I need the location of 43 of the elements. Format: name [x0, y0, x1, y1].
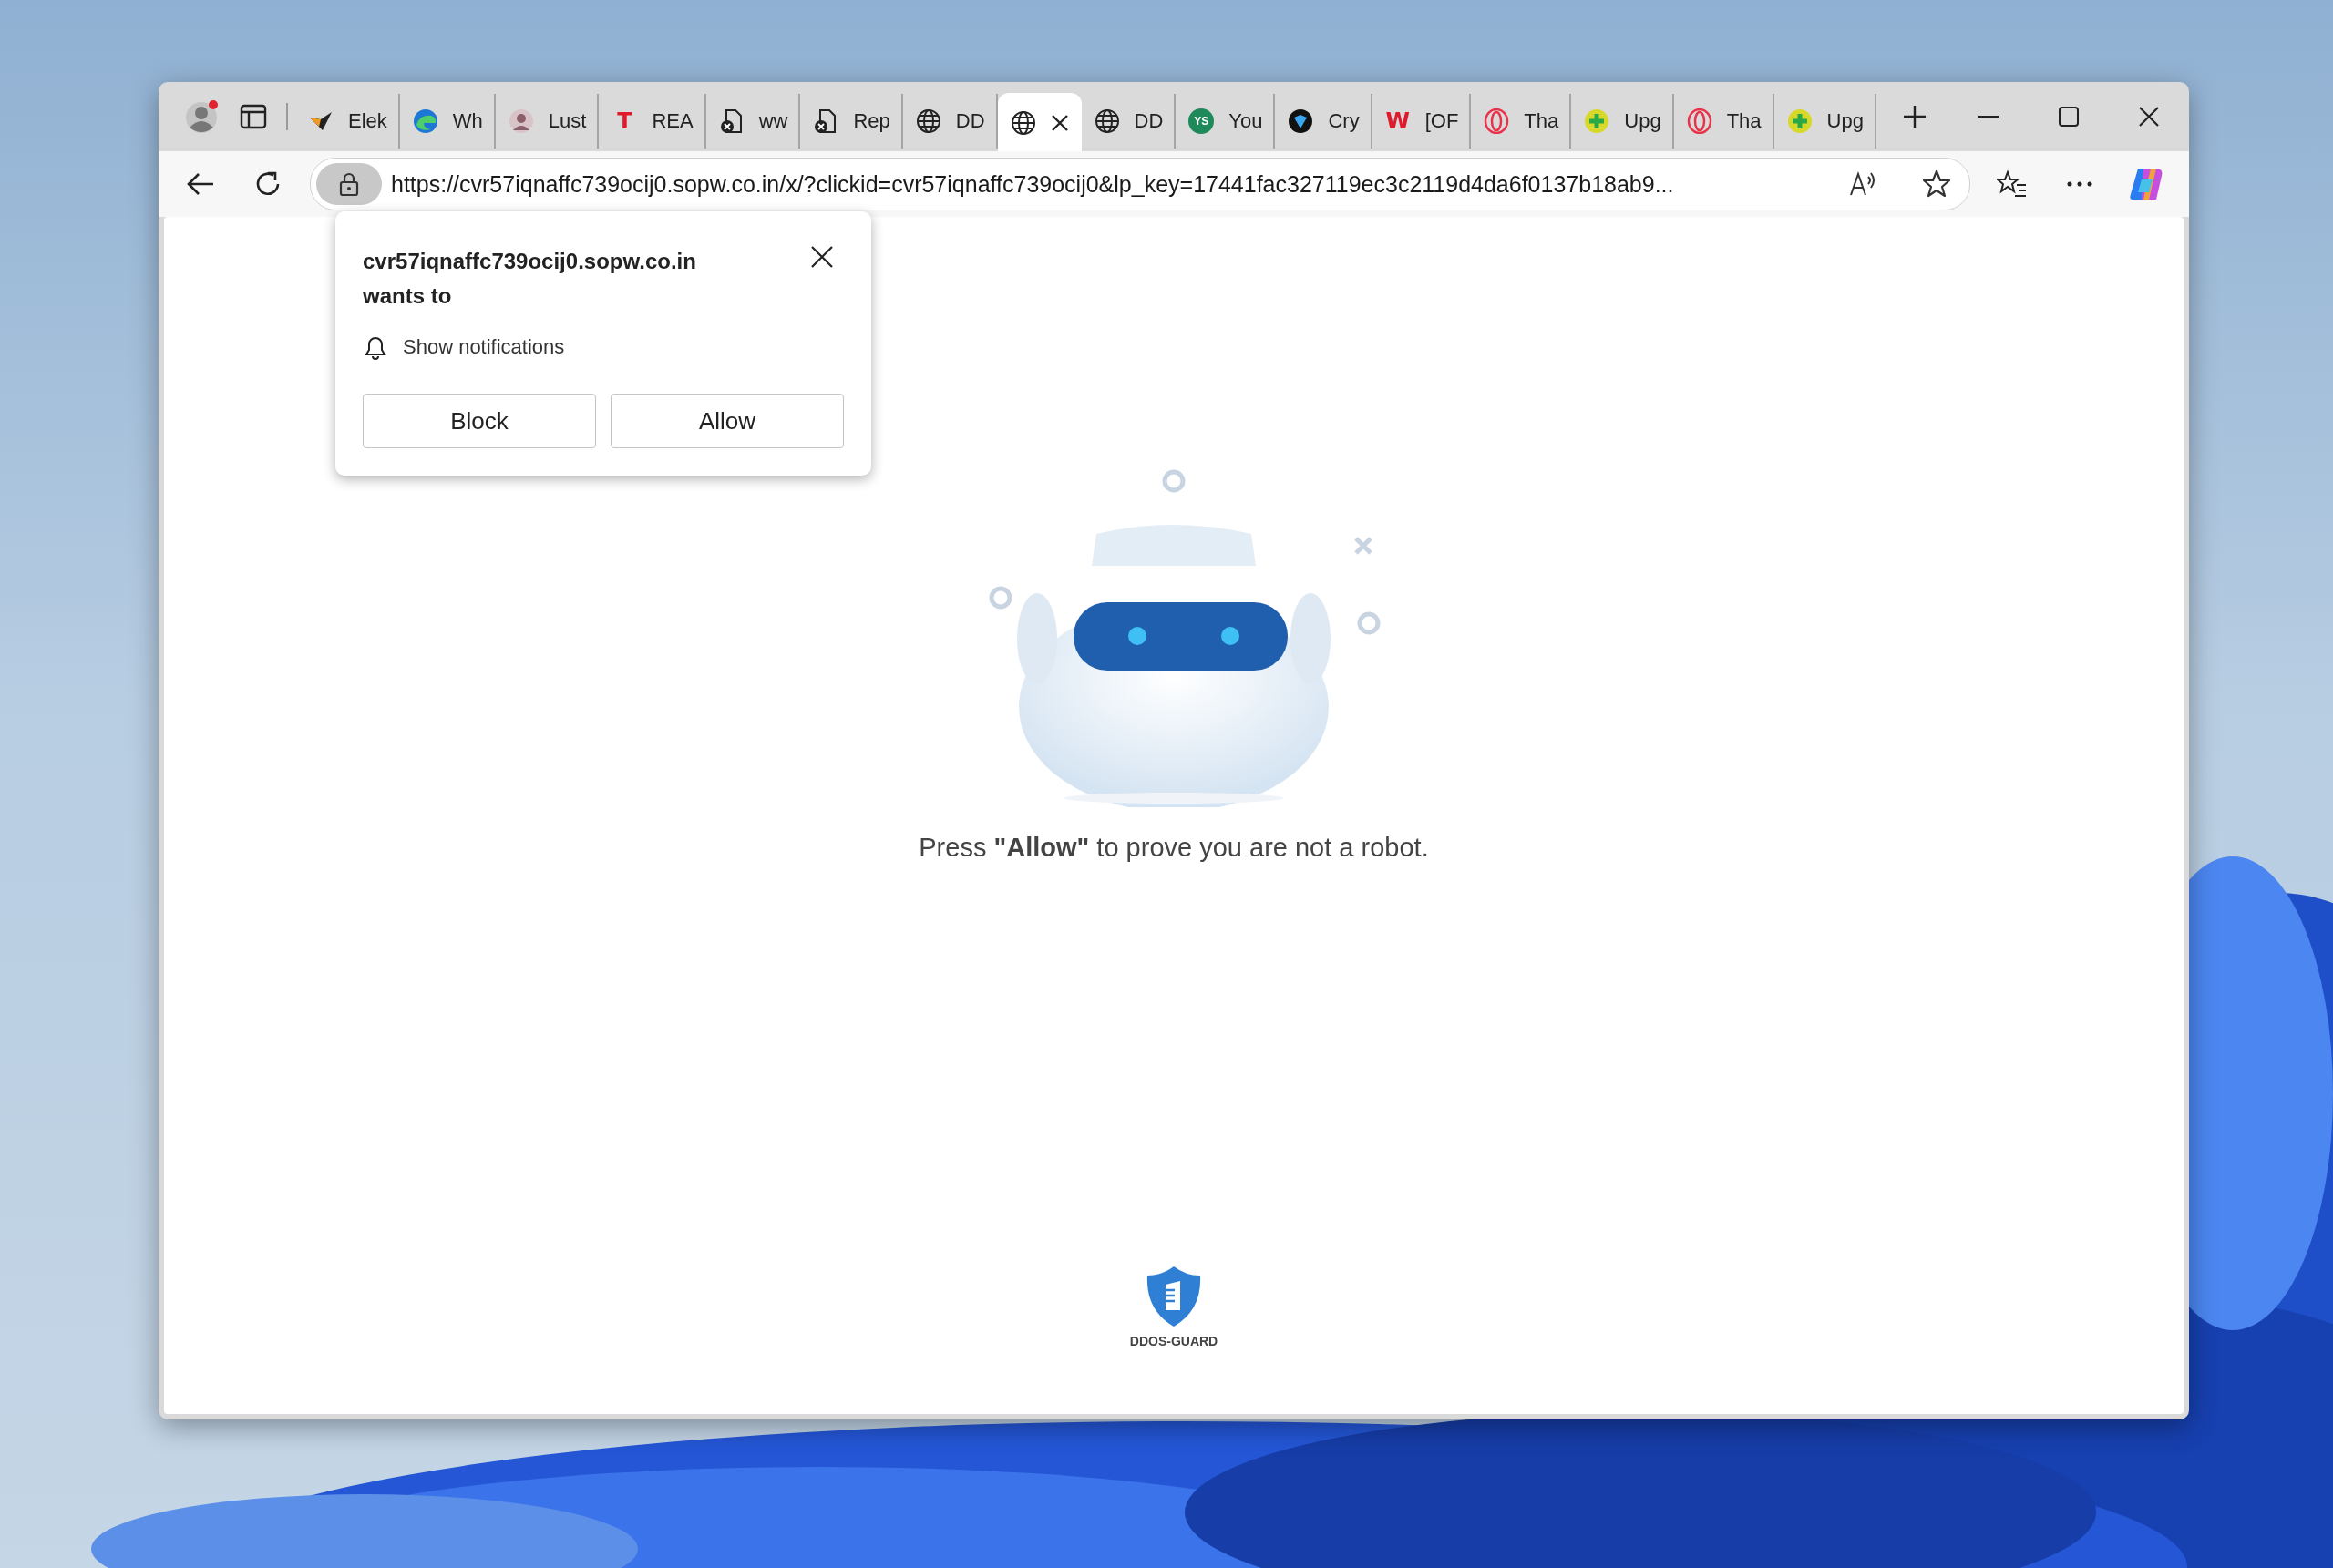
globe-icon	[915, 108, 941, 134]
browser-tab[interactable]: T REA	[599, 94, 706, 149]
site-logo: T	[616, 108, 633, 136]
allow-button[interactable]: Allow	[611, 394, 844, 448]
url-text: https://cvr57iqnaffc739ocij0.sopw.co.in/x/?clickid=cvr57iqnaffc739ocij0&lp_key=17441fac327119ec3c2119d4da6f0137b18ab9...	[391, 170, 1675, 198]
browser-tab[interactable]: Cry	[1275, 94, 1372, 149]
browser-tab[interactable]: Rep	[800, 94, 903, 149]
star-icon[interactable]	[1922, 169, 1951, 199]
read-aloud-icon[interactable]	[1849, 171, 1876, 197]
site-logo: YS	[1188, 108, 1215, 134]
address-bar[interactable]: https://cvr57iqnaffc739ocij0.sopw.co.in/x/?clickid=cvr57iqnaffc739ocij0&lp_key=17441fac327119ec3c2119d4da6f0137b18ab9...	[310, 158, 1970, 210]
ring-icon	[1484, 108, 1510, 134]
close-icon[interactable]	[809, 244, 835, 270]
globe-icon	[1010, 110, 1036, 136]
document-error-icon	[718, 108, 745, 134]
site-logo: W	[1384, 108, 1411, 136]
browser-tab[interactable]: YS You	[1176, 94, 1276, 149]
browser-tab[interactable]: ww	[705, 94, 801, 149]
logo-caption: DDOS-GUARD	[1129, 1334, 1218, 1348]
browser-tab[interactable]: Lust	[495, 94, 600, 149]
block-button[interactable]: Block	[363, 394, 596, 448]
browser-tab[interactable]: DD	[1081, 94, 1177, 149]
browser-tab[interactable]: Upg	[1773, 94, 1876, 149]
robot-check-message: Press "Allow" to prove you are not a robot.	[919, 833, 1429, 863]
browser-tab[interactable]: Elek	[295, 94, 400, 149]
lock-icon[interactable]	[316, 163, 382, 205]
ring-icon	[1686, 108, 1712, 134]
browser-tab[interactable]: Tha	[1673, 94, 1774, 149]
globe-icon	[1094, 108, 1120, 134]
browser-tab[interactable]: Upg	[1571, 94, 1674, 149]
browser-tab[interactable]: Wh	[399, 94, 496, 149]
popup-title: cvr57iqnaffc739ocij0.sopw.co.in wants to	[363, 248, 696, 310]
browser-tab[interactable]	[997, 93, 1082, 153]
browser-tab[interactable]: DD	[902, 94, 998, 149]
shield-icon	[1146, 1265, 1202, 1328]
browser-tab[interactable]: W [OF	[1372, 94, 1472, 149]
plus-circle-icon	[1786, 108, 1813, 134]
swirl-icon	[412, 108, 438, 134]
browser-tab[interactable]: Tha	[1471, 94, 1572, 149]
close-icon[interactable]	[1050, 114, 1069, 132]
plus-circle-icon	[1584, 108, 1610, 134]
permission-label: Show notifications	[403, 335, 565, 359]
avatar-icon	[508, 108, 534, 134]
